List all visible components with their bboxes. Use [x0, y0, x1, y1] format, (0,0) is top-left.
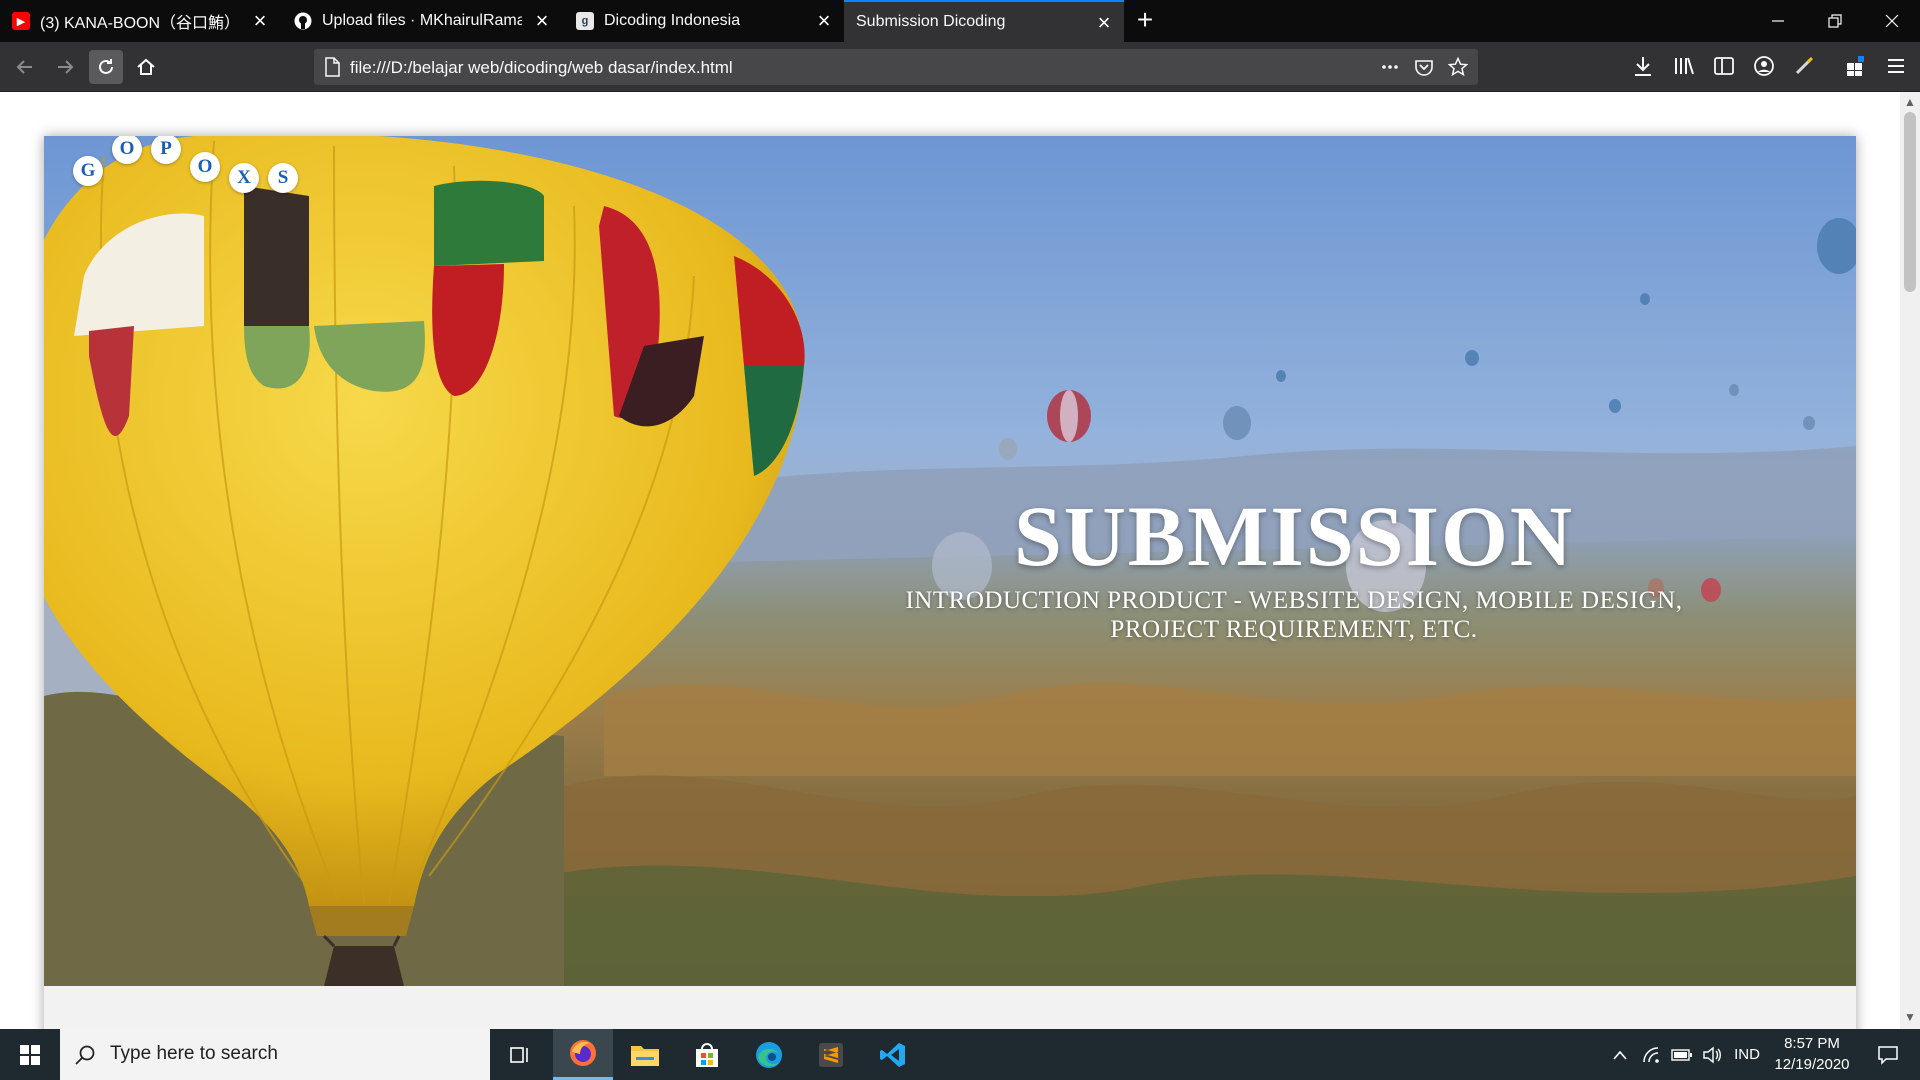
scroll-thumb[interactable]: [1904, 112, 1916, 292]
close-tab-icon[interactable]: ×: [250, 10, 270, 32]
logo-letter[interactable]: S: [268, 163, 298, 193]
pocket-icon[interactable]: [1414, 57, 1434, 77]
close-tab-icon[interactable]: ×: [1094, 12, 1114, 34]
sidebar-icon[interactable]: [1713, 55, 1737, 79]
windows-taskbar: Type here to search IND 8:57 PM 12/19/20…: [0, 1029, 1920, 1080]
tab-dicoding[interactable]: g Dicoding Indonesia ×: [564, 0, 844, 42]
search-placeholder: Type here to search: [110, 1043, 278, 1064]
logo-letter[interactable]: O: [190, 152, 220, 182]
taskbar-search-box[interactable]: Type here to search: [60, 1029, 490, 1080]
url-text[interactable]: file:///D:/belajar web/dicoding/web dasa…: [350, 58, 733, 78]
tab-github[interactable]: Upload files · MKhairulRamadh ×: [282, 0, 562, 42]
hero-title: SUBMISSION: [1013, 488, 1575, 584]
tab-submission[interactable]: Submission Dicoding ×: [844, 0, 1124, 42]
downloads-icon[interactable]: [1632, 55, 1656, 79]
page-icon: [323, 57, 343, 77]
windows-logo-icon: [20, 1044, 40, 1065]
dicoding-icon: g: [576, 12, 594, 30]
system-clock[interactable]: 8:57 PM 12/19/2020: [1763, 1033, 1861, 1075]
menu-hamburger-icon[interactable]: [1885, 55, 1909, 79]
hero-subtitle: INTRODUCTION PRODUCT - WEBSITE DESIGN, M…: [905, 587, 1683, 643]
task-view-icon[interactable]: [490, 1029, 550, 1080]
tab-strip: ▶ (3) KANA-BOON（谷口鮪）× × Upload files · M…: [0, 0, 1920, 42]
logo-letter[interactable]: X: [229, 163, 259, 193]
address-bar[interactable]: file:///D:/belajar web/dicoding/web dasa…: [314, 49, 1478, 85]
close-window-button[interactable]: [1864, 0, 1920, 42]
file-explorer-icon[interactable]: [615, 1029, 675, 1080]
firefox-taskbar-icon[interactable]: [553, 1029, 613, 1080]
close-tab-icon[interactable]: ×: [814, 10, 834, 32]
tab-label: Submission Dicoding: [856, 13, 1006, 30]
minimize-button[interactable]: [1750, 0, 1806, 42]
forward-button[interactable]: [48, 50, 82, 84]
scroll-down-arrow-icon[interactable]: ▼: [1900, 1009, 1920, 1025]
color-picker-extension-icon[interactable]: [1793, 55, 1817, 79]
library-icon[interactable]: [1673, 55, 1697, 79]
account-icon[interactable]: [1753, 55, 1777, 79]
github-icon: [294, 12, 312, 30]
tab-label: Dicoding Indonesia: [604, 12, 741, 29]
battery-icon[interactable]: [1667, 1029, 1697, 1080]
navigation-toolbar: file:///D:/belajar web/dicoding/web dasa…: [0, 42, 1920, 92]
clock-time: 8:57 PM: [1784, 1035, 1840, 1052]
vertical-scrollbar[interactable]: ▲ ▼: [1900, 92, 1920, 1029]
tab-label: (3) KANA-BOON（谷口鮪）×: [40, 15, 240, 32]
back-button[interactable]: [8, 50, 42, 84]
search-icon: [75, 1045, 95, 1065]
input-language-indicator[interactable]: IND: [1729, 1029, 1765, 1080]
tab-label: Upload files · MKhairulRamadh: [322, 12, 522, 29]
start-button[interactable]: [0, 1029, 60, 1080]
page-actions-icon[interactable]: [1380, 57, 1400, 77]
restore-button[interactable]: [1807, 0, 1863, 42]
wifi-icon[interactable]: [1637, 1029, 1667, 1080]
sublime-text-icon[interactable]: [801, 1029, 861, 1080]
microsoft-store-icon[interactable]: [677, 1029, 737, 1080]
extensions-icon[interactable]: [1845, 55, 1869, 79]
close-tab-icon[interactable]: ×: [532, 10, 552, 32]
show-hidden-icons-chevron-icon[interactable]: [1605, 1029, 1635, 1080]
clock-date: 12/19/2020: [1774, 1056, 1850, 1073]
youtube-icon: ▶: [12, 12, 30, 30]
content-card: SUBMISSION INTRODUCTION PRODUCT - WEBSIT…: [44, 136, 1856, 1029]
home-button[interactable]: [129, 50, 163, 84]
tab-youtube[interactable]: ▶ (3) KANA-BOON（谷口鮪）× ×: [0, 0, 280, 42]
scroll-up-arrow-icon[interactable]: ▲: [1900, 94, 1920, 110]
bookmark-star-icon[interactable]: [1447, 56, 1469, 77]
edge-browser-icon[interactable]: [739, 1029, 799, 1080]
notification-center-icon[interactable]: [1862, 1029, 1914, 1080]
new-tab-button[interactable]: +: [1131, 6, 1159, 34]
logo-letter[interactable]: G: [73, 156, 103, 186]
reload-button[interactable]: [89, 50, 123, 84]
volume-icon[interactable]: [1697, 1029, 1727, 1080]
page-viewport: SUBMISSION INTRODUCTION PRODUCT - WEBSIT…: [0, 92, 1900, 1029]
hero-banner: SUBMISSION INTRODUCTION PRODUCT - WEBSIT…: [44, 136, 1856, 986]
vscode-icon[interactable]: [863, 1029, 923, 1080]
